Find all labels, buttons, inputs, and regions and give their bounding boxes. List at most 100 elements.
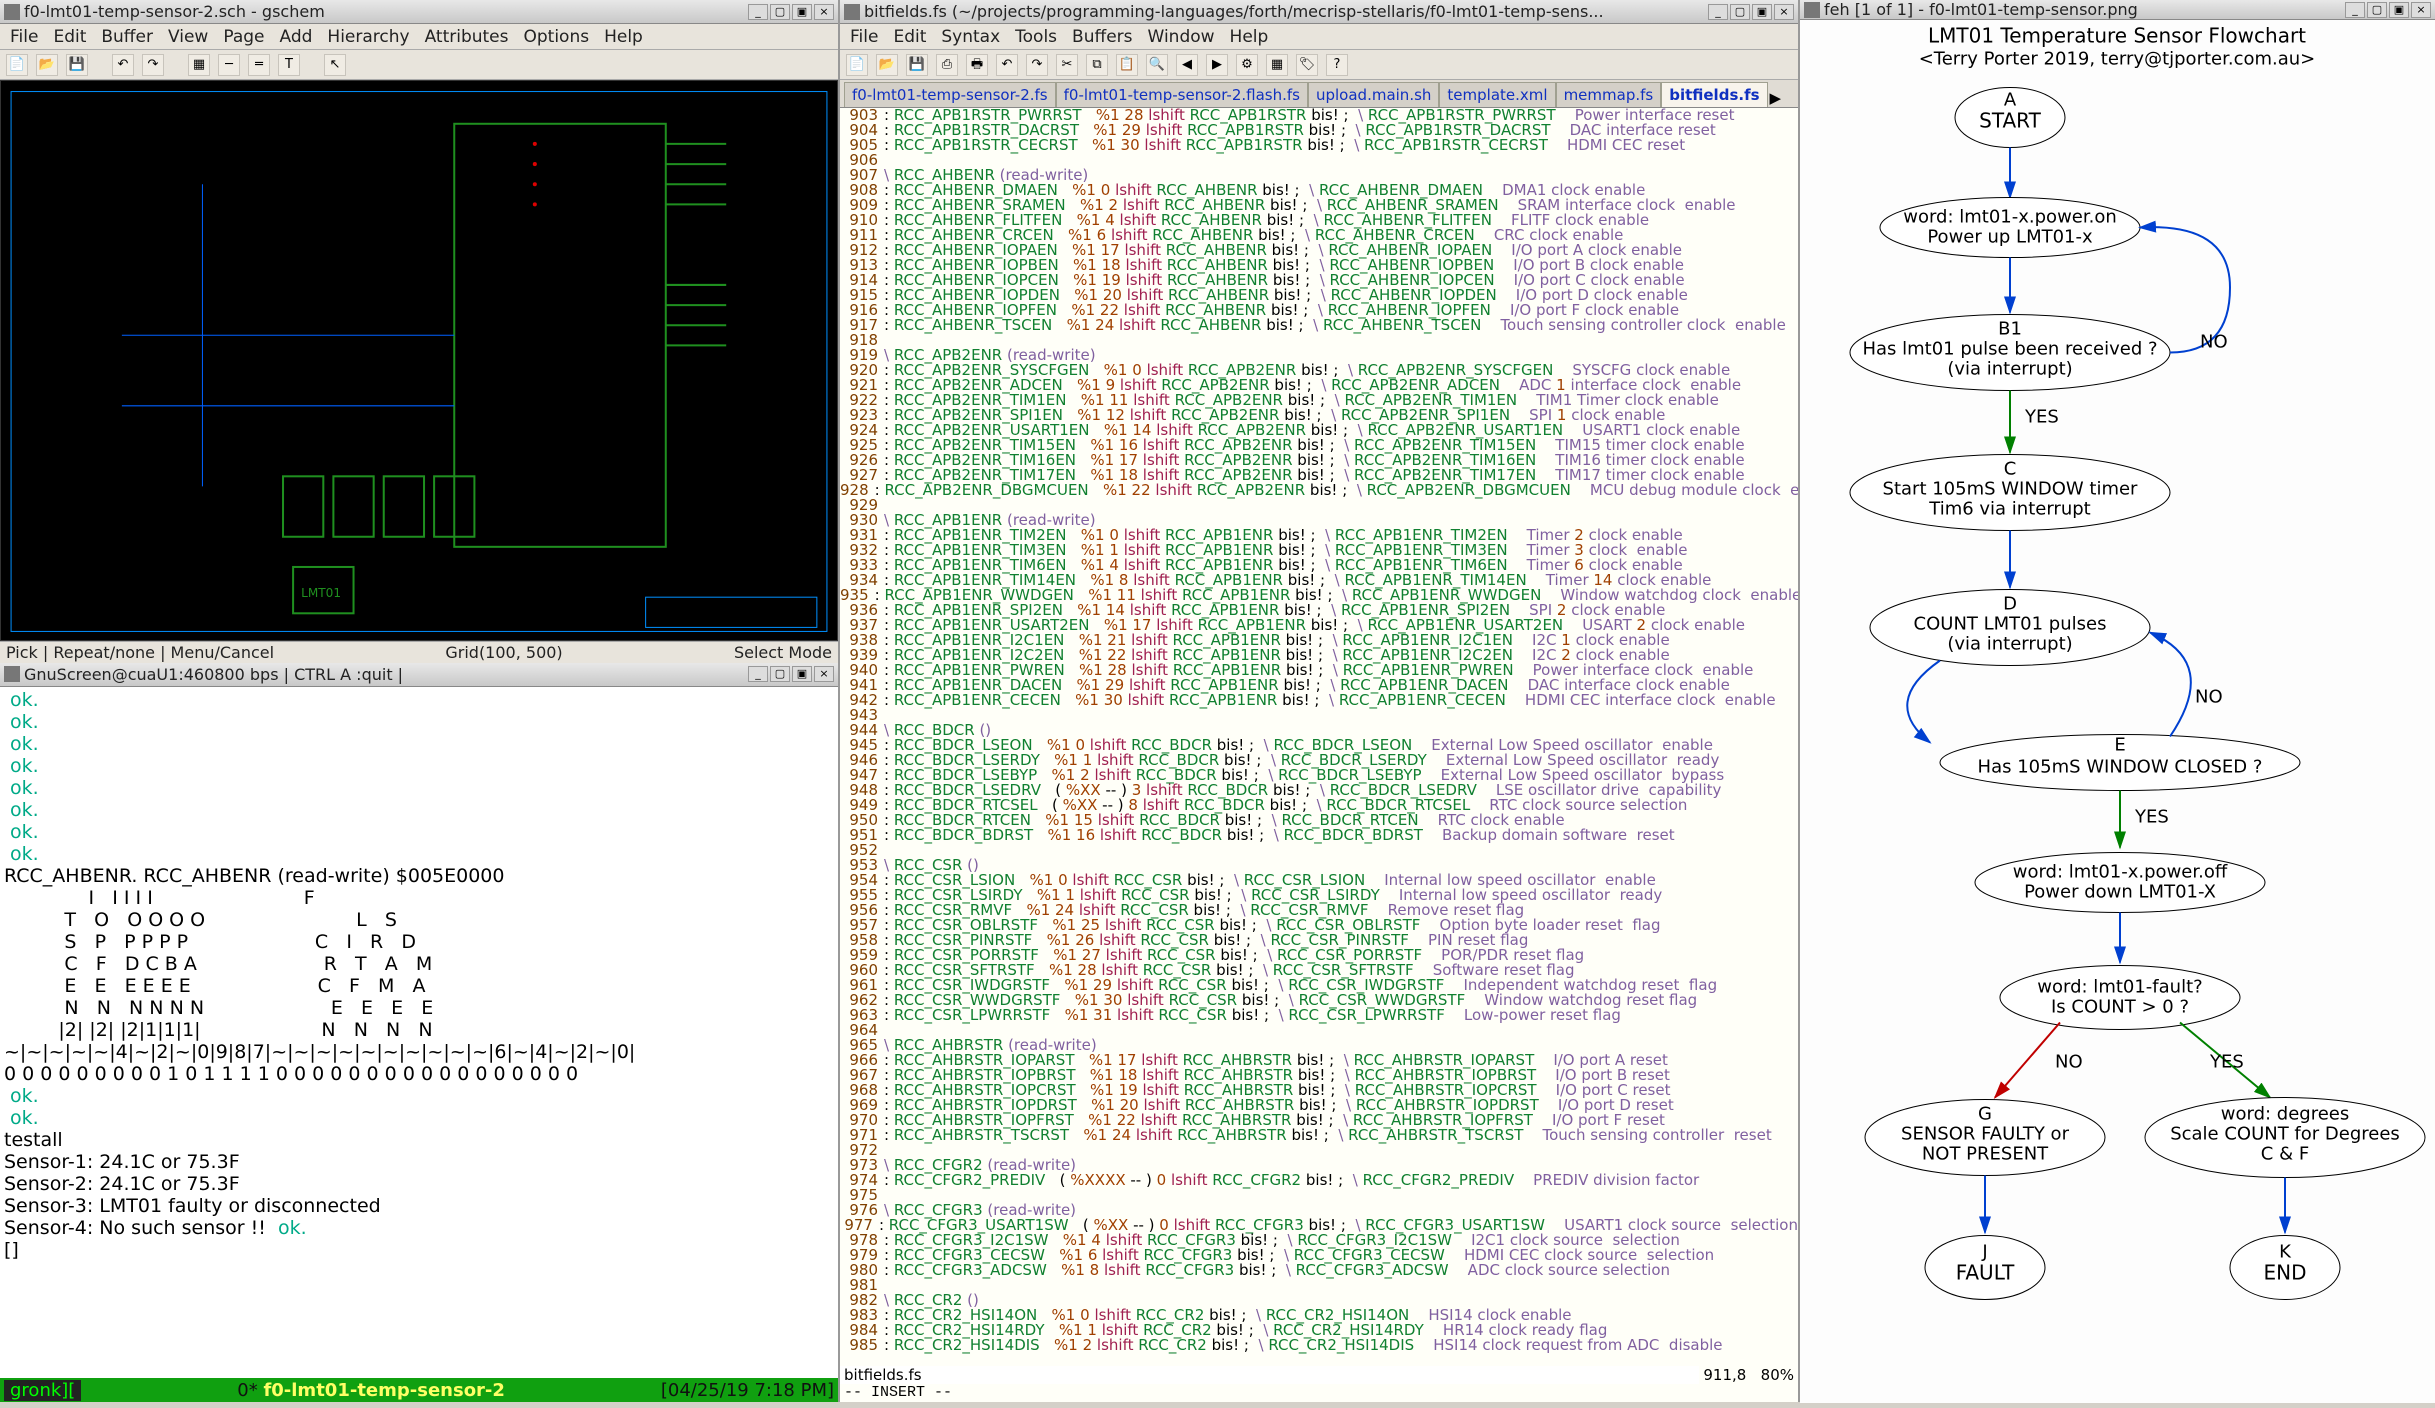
new-icon[interactable]: 📄 bbox=[6, 54, 28, 76]
menu-page[interactable]: Page bbox=[217, 25, 270, 49]
tab-scroll-right-icon[interactable]: ▶ bbox=[1768, 89, 1784, 107]
maximize-button[interactable]: ▢ bbox=[770, 4, 790, 20]
redo-icon[interactable]: ↷ bbox=[1026, 54, 1048, 76]
maximize-button[interactable]: ▢ bbox=[2367, 2, 2387, 18]
gschem-toolbar[interactable]: 📄 📂 💾 ↶ ↷ ▦ ─ ═ T ↖ bbox=[0, 50, 838, 80]
help-icon[interactable]: ? bbox=[1326, 54, 1348, 76]
menu-hierarchy[interactable]: Hierarchy bbox=[321, 25, 415, 49]
terminal-output[interactable]: ok. ok. ok. ok. ok. ok. ok. ok.RCC_AHBEN… bbox=[0, 687, 838, 1378]
menu-syntax[interactable]: Syntax bbox=[935, 25, 1006, 49]
minimize-button[interactable]: _ bbox=[748, 666, 768, 682]
schematic-canvas[interactable]: LMT01 bbox=[0, 80, 838, 641]
terminal-window: GnuScreen@cuaU1:460800 bps | CTRL A :qui… bbox=[0, 663, 838, 1402]
select-icon[interactable]: ↖ bbox=[324, 54, 346, 76]
editor-textarea[interactable]: 903: RCC_APB1RSTR_PWRRST %1 28 lshift RC… bbox=[840, 108, 1798, 1366]
minimize-button[interactable]: _ bbox=[748, 4, 768, 20]
terminal-icon bbox=[4, 666, 20, 682]
save-icon[interactable]: 💾 bbox=[906, 54, 928, 76]
close-button[interactable]: × bbox=[2411, 2, 2431, 18]
save-icon[interactable]: 💾 bbox=[66, 54, 88, 76]
close-button[interactable]: × bbox=[814, 666, 834, 682]
terminal-line: ok. bbox=[4, 755, 834, 777]
code-line[interactable]: 905: RCC_APB1RSTR_CECRST %1 30 lshift RC… bbox=[840, 138, 1798, 153]
restore-button[interactable]: ▣ bbox=[792, 4, 812, 20]
tag-icon[interactable]: 🏷 bbox=[1296, 54, 1318, 76]
tab-1[interactable]: f0-lmt01-temp-sensor-2.flash.fs bbox=[1056, 82, 1308, 107]
menu-attributes[interactable]: Attributes bbox=[419, 25, 515, 49]
editor-tabbar[interactable]: f0-lmt01-temp-sensor-2.fsf0-lmt01-temp-s… bbox=[840, 80, 1798, 108]
text-icon[interactable]: T bbox=[278, 54, 300, 76]
flowchart-image[interactable]: LMT01 Temperature Sensor Flowchart <Terr… bbox=[1800, 20, 2435, 1403]
close-button[interactable]: × bbox=[814, 4, 834, 20]
next-icon[interactable]: ▶ bbox=[1206, 54, 1228, 76]
maximize-button[interactable]: ▢ bbox=[1730, 4, 1750, 20]
new-icon[interactable]: 📄 bbox=[846, 54, 868, 76]
editor-menubar[interactable]: FileEditSyntaxToolsBuffersWindowHelp bbox=[840, 24, 1798, 50]
maximize-button[interactable]: ▢ bbox=[770, 666, 790, 682]
redo-icon[interactable]: ↷ bbox=[142, 54, 164, 76]
svg-text:Has lmt01 pulse been received: Has lmt01 pulse been received ? bbox=[1862, 339, 2157, 360]
editor-toolbar[interactable]: 📄 📂 💾 ⎙ 🖶 ↶ ↷ ✂ ⧉ 📋 🔍 ◀ ▶ ⚙ ▦ 🏷 ? bbox=[840, 50, 1798, 80]
tab-4[interactable]: memmap.fs bbox=[1556, 82, 1662, 107]
script-icon[interactable]: ⚙ bbox=[1236, 54, 1258, 76]
find-icon[interactable]: 🔍 bbox=[1146, 54, 1168, 76]
code-line[interactable]: 974: RCC_CFGR2_PREDIV ( %XXXX -- ) 0 lsh… bbox=[840, 1173, 1798, 1188]
saveall-icon[interactable]: ⎙ bbox=[936, 54, 958, 76]
undo-icon[interactable]: ↶ bbox=[996, 54, 1018, 76]
menu-file[interactable]: File bbox=[844, 25, 884, 49]
menu-add[interactable]: Add bbox=[273, 25, 318, 49]
bus-icon[interactable]: ═ bbox=[248, 54, 270, 76]
code-line[interactable]: 981 bbox=[840, 1278, 1798, 1293]
code-line[interactable]: 952 bbox=[840, 843, 1798, 858]
menu-file[interactable]: File bbox=[4, 25, 44, 49]
menu-view[interactable]: View bbox=[162, 25, 214, 49]
make-icon[interactable]: ▦ bbox=[1266, 54, 1288, 76]
minimize-button[interactable]: _ bbox=[2345, 2, 2365, 18]
svg-text:(via interrupt): (via interrupt) bbox=[1947, 359, 2072, 380]
comp-icon[interactable]: ▦ bbox=[188, 54, 210, 76]
menu-edit[interactable]: Edit bbox=[887, 25, 932, 49]
cut-icon[interactable]: ✂ bbox=[1056, 54, 1078, 76]
copy-icon[interactable]: ⧉ bbox=[1086, 54, 1108, 76]
code-line[interactable]: 917: RCC_AHBENR_TSCEN %1 24 lshift RCC_A… bbox=[840, 318, 1798, 333]
feh-titlebar[interactable]: feh [1 of 1] - f0-lmt01-temp-sensor.png … bbox=[1800, 0, 2435, 20]
tab-3[interactable]: template.xml bbox=[1439, 82, 1555, 107]
restore-button[interactable]: ▣ bbox=[1752, 4, 1772, 20]
menu-options[interactable]: Options bbox=[518, 25, 596, 49]
gschem-menubar[interactable]: FileEditBufferViewPageAddHierarchyAttrib… bbox=[0, 24, 838, 50]
tab-2[interactable]: upload.main.sh bbox=[1308, 82, 1439, 107]
code-line[interactable]: 971: RCC_AHBRSTR_TSCRST %1 24 lshift RCC… bbox=[840, 1128, 1798, 1143]
restore-button[interactable]: ▣ bbox=[792, 666, 812, 682]
gschem-titlebar[interactable]: f0-lmt01-temp-sensor-2.sch - gschem _ ▢ … bbox=[0, 0, 838, 24]
svg-text:G: G bbox=[1978, 1104, 1992, 1125]
feh-title: feh [1 of 1] - f0-lmt01-temp-sensor.png bbox=[1824, 0, 2345, 19]
close-button[interactable]: × bbox=[1774, 4, 1794, 20]
svg-text:C: C bbox=[2004, 459, 2017, 480]
code-line[interactable]: 980: RCC_CFGR3_ADCSW %1 8 lshift RCC_CFG… bbox=[840, 1263, 1798, 1278]
code-line[interactable]: 985: RCC_CR2_HSI14DIS %1 2 lshift RCC_CR… bbox=[840, 1338, 1798, 1353]
restore-button[interactable]: ▣ bbox=[2389, 2, 2409, 18]
menu-help[interactable]: Help bbox=[598, 25, 649, 49]
open-icon[interactable]: 📂 bbox=[36, 54, 58, 76]
tab-0[interactable]: f0-lmt01-temp-sensor-2.fs bbox=[844, 82, 1056, 107]
minimize-button[interactable]: _ bbox=[1708, 4, 1728, 20]
print-icon[interactable]: 🖶 bbox=[966, 54, 988, 76]
menu-help[interactable]: Help bbox=[1224, 25, 1275, 49]
code-line[interactable]: 963: RCC_CSR_LPWRRSTF %1 31 lshift RCC_C… bbox=[840, 1008, 1798, 1023]
menu-tools[interactable]: Tools bbox=[1009, 25, 1063, 49]
code-line[interactable]: 928: RCC_APB2ENR_DBGMCUEN %1 22 lshift R… bbox=[840, 483, 1798, 498]
code-line[interactable]: 942: RCC_APB1ENR_CECEN %1 30 lshift RCC_… bbox=[840, 693, 1798, 708]
menu-buffers[interactable]: Buffers bbox=[1066, 25, 1138, 49]
editor-titlebar[interactable]: bitfields.fs (~/projects/programming-lan… bbox=[840, 0, 1798, 24]
terminal-titlebar[interactable]: GnuScreen@cuaU1:460800 bps | CTRL A :qui… bbox=[0, 663, 838, 687]
prev-icon[interactable]: ◀ bbox=[1176, 54, 1198, 76]
undo-icon[interactable]: ↶ bbox=[112, 54, 134, 76]
menu-buffer[interactable]: Buffer bbox=[95, 25, 159, 49]
paste-icon[interactable]: 📋 bbox=[1116, 54, 1138, 76]
open-icon[interactable]: 📂 bbox=[876, 54, 898, 76]
menu-window[interactable]: Window bbox=[1142, 25, 1221, 49]
code-line[interactable]: 951: RCC_BDCR_BDRST %1 16 lshift RCC_BDC… bbox=[840, 828, 1798, 843]
menu-edit[interactable]: Edit bbox=[47, 25, 92, 49]
net-icon[interactable]: ─ bbox=[218, 54, 240, 76]
tab-5[interactable]: bitfields.fs bbox=[1661, 82, 1767, 107]
